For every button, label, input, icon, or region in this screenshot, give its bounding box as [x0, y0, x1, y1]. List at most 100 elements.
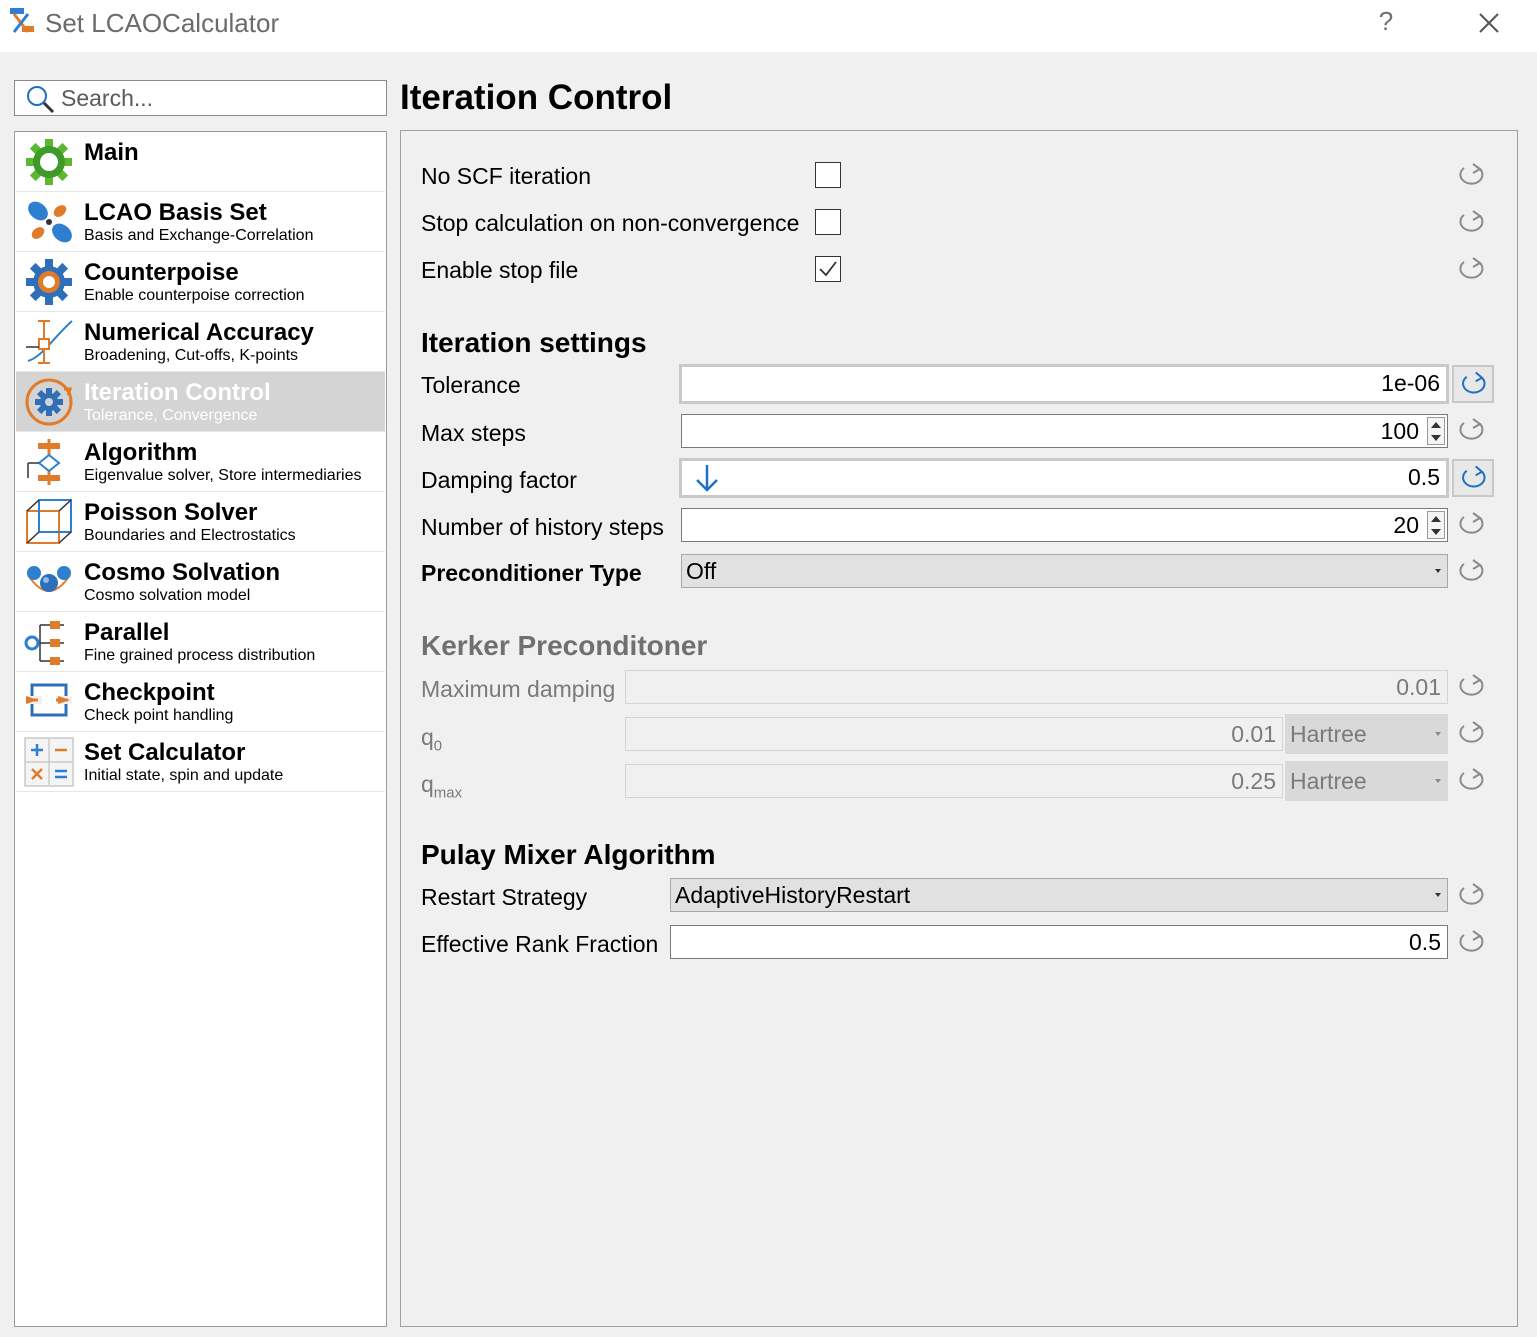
checkpoint-icon — [26, 683, 72, 717]
chevron-up-icon[interactable] — [1431, 516, 1441, 522]
qmax-unit-value: Hartree — [1290, 768, 1367, 794]
chevron-up-icon[interactable] — [1431, 422, 1441, 428]
qmax-input: 0.25 — [625, 764, 1283, 798]
sidebar-item-subtitle: Boundaries and Electrostatics — [84, 527, 296, 544]
gear-icon — [26, 259, 72, 305]
max-steps-input[interactable]: 100 — [681, 414, 1448, 448]
sidebar-item-checkpoint[interactable]: Checkpoint Check point handling — [16, 672, 385, 732]
app-icon — [10, 8, 34, 33]
sidebar-item-subtitle: Check point handling — [84, 707, 234, 724]
restart-strategy-select[interactable]: AdaptiveHistoryRestart — [670, 878, 1448, 912]
no-scf-iteration-checkbox[interactable] — [815, 162, 841, 188]
damping-factor-input[interactable]: 0.5 — [679, 458, 1449, 498]
history-steps-input[interactable]: 20 — [681, 508, 1448, 542]
sidebar-item-poisson-solver[interactable]: Poisson Solver Boundaries and Electrosta… — [16, 492, 385, 552]
kerker-preconditioner-heading: Kerker Preconditoner — [421, 630, 708, 661]
reset-icon[interactable] — [1453, 510, 1489, 540]
history-steps-spinner[interactable] — [1427, 511, 1445, 539]
window-title: Set LCAOCalculator — [45, 8, 280, 38]
pulay-mixer-heading: Pulay Mixer Algorithm — [421, 839, 716, 870]
reset-icon[interactable] — [1452, 365, 1494, 403]
chevron-down-icon[interactable] — [1431, 435, 1441, 441]
chevron-down-icon[interactable] — [1431, 529, 1441, 535]
reset-icon — [1459, 674, 1484, 696]
damping-factor-value: 0.5 — [1408, 464, 1440, 490]
dropdown-arrow-icon — [1435, 779, 1441, 783]
stop-on-nonconvergence-checkbox[interactable] — [815, 209, 841, 235]
sidebar-item-cosmo-solvation[interactable]: Cosmo Solvation Cosmo solvation model — [16, 552, 385, 612]
sidebar-item-label: Main — [84, 139, 139, 166]
damping-factor-label: Damping factor — [421, 467, 577, 493]
calculator-icon — [24, 737, 74, 787]
sidebar-item-numerical-accuracy[interactable]: Numerical Accuracy Broadening, Cut-offs,… — [16, 312, 385, 372]
cube-icon — [26, 499, 72, 544]
sidebar-item-subtitle: Eigenvalue solver, Store intermediaries — [84, 467, 362, 484]
qmax-value: 0.25 — [1231, 768, 1276, 794]
preconditioner-type-value: Off — [686, 558, 717, 584]
help-button[interactable]: ? — [1374, 6, 1398, 37]
stop-on-nonconvergence-label: Stop calculation on non-convergence — [421, 210, 800, 236]
q0-label: q0 — [421, 724, 443, 755]
sidebar-item-label: Cosmo Solvation — [84, 559, 281, 586]
checkmark-icon — [819, 261, 837, 277]
page-title: Iteration Control — [400, 78, 673, 117]
sidebar-item-algorithm[interactable]: Algorithm Eigenvalue solver, Store inter… — [16, 432, 385, 492]
close-icon[interactable] — [1474, 8, 1504, 38]
sidebar: Main LCAO Basis Set Basis and Exchange-C… — [14, 131, 387, 1327]
reset-icon[interactable] — [1453, 416, 1489, 446]
tolerance-input[interactable]: 1e-06 — [679, 364, 1449, 404]
title-bar: Set LCAOCalculator ? — [0, 0, 1537, 52]
no-scf-iteration-label: No SCF iteration — [421, 163, 592, 189]
dropdown-arrow-icon — [1435, 732, 1441, 736]
effective-rank-fraction-input[interactable]: 0.5 — [670, 925, 1448, 959]
search-input[interactable] — [61, 83, 381, 113]
reset-icon[interactable] — [1453, 928, 1489, 958]
settings-panel: No SCF iteration Stop calculation on non… — [400, 130, 1518, 1327]
sidebar-item-parallel[interactable]: Parallel Fine grained process distributi… — [16, 612, 385, 672]
reset-icon[interactable] — [1453, 557, 1489, 587]
search-icon — [27, 86, 55, 114]
preconditioner-type-label: Preconditioner Type — [421, 560, 642, 586]
restart-strategy-label: Restart Strategy — [421, 884, 588, 910]
enable-stop-file-checkbox[interactable] — [815, 256, 841, 282]
max-steps-label: Max steps — [421, 420, 526, 446]
maximum-damping-label: Maximum damping — [421, 676, 616, 702]
sidebar-item-subtitle: Broadening, Cut-offs, K-points — [84, 347, 299, 364]
sidebar-item-counterpoise[interactable]: Counterpoise Enable counterpoise correct… — [16, 252, 385, 312]
accuracy-icon — [26, 320, 73, 364]
maximum-damping-input: 0.01 — [625, 670, 1448, 704]
reset-icon[interactable] — [1452, 459, 1494, 497]
reset-icon[interactable] — [1453, 161, 1489, 191]
reset-icon — [1459, 721, 1484, 743]
iteration-icon — [25, 378, 73, 426]
dropdown-arrow-icon — [1435, 893, 1441, 897]
search-box — [14, 80, 387, 116]
sidebar-item-iteration-control[interactable]: Iteration Control Tolerance, Convergence — [16, 372, 385, 432]
sidebar-item-label: LCAO Basis Set — [84, 199, 267, 226]
sidebar-item-label: Poisson Solver — [84, 499, 258, 526]
reset-icon[interactable] — [1453, 881, 1489, 911]
sidebar-item-subtitle: Initial state, spin and update — [84, 767, 284, 784]
preconditioner-type-select[interactable]: Off — [681, 554, 1448, 588]
sidebar-item-main[interactable]: Main — [16, 132, 385, 192]
effective-rank-fraction-label: Effective Rank Fraction — [421, 931, 659, 957]
sidebar-item-lcao-basis-set[interactable]: LCAO Basis Set Basis and Exchange-Correl… — [16, 192, 385, 252]
sidebar-item-label: Algorithm — [84, 439, 198, 466]
restart-strategy-value: AdaptiveHistoryRestart — [675, 882, 911, 908]
max-steps-spinner[interactable] — [1427, 417, 1445, 445]
sidebar-item-label: Checkpoint — [84, 679, 215, 706]
sidebar-item-set-calculator[interactable]: Set Calculator Initial state, spin and u… — [16, 732, 385, 792]
maximum-damping-value: 0.01 — [1396, 674, 1441, 700]
sidebar-item-label: Set Calculator — [84, 739, 246, 766]
reset-icon[interactable] — [1453, 255, 1489, 285]
orbital-icon — [28, 201, 72, 243]
history-steps-label: Number of history steps — [421, 514, 664, 540]
reset-icon[interactable] — [1453, 208, 1489, 238]
sidebar-item-subtitle: Enable counterpoise correction — [84, 287, 305, 304]
sidebar-item-label: Numerical Accuracy — [84, 319, 314, 346]
q0-input: 0.01 — [625, 717, 1283, 751]
arrow-down-icon — [696, 465, 718, 492]
max-steps-value: 100 — [1380, 418, 1419, 444]
qmax-label: qmax — [421, 771, 463, 802]
tolerance-value: 1e-06 — [1381, 370, 1440, 396]
